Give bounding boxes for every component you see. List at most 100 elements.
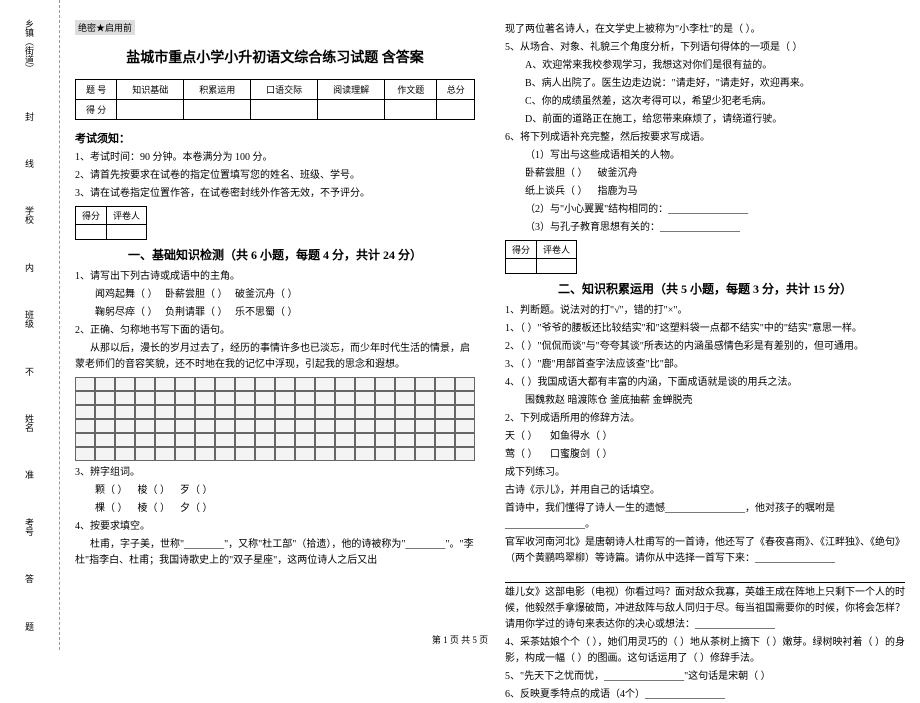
score-header: 总分: [437, 80, 475, 100]
notice-item: 1、考试时间：90 分钟。本卷满分为 100 分。: [75, 150, 475, 166]
mini-header: 评卷人: [537, 241, 577, 259]
q2-2-item: 如鱼得水（ ）: [550, 431, 613, 442]
margin-label: 不: [23, 367, 36, 376]
q1-5-opt: A、欢迎常来我校参观学习，我想这对你们是很有益的。: [505, 58, 905, 74]
q1-1-item: 卧薪尝胆（ ）: [165, 289, 228, 300]
q2-2-row: 莺（ ） 口蜜腹剑（ ）: [505, 447, 905, 463]
notice-item: 3、请在试卷指定位置作答，在试卷密封线外作答无效，不予评分。: [75, 186, 475, 202]
score-header: 阅读理解: [318, 80, 385, 100]
mini-header: 评卷人: [107, 207, 147, 225]
score-header: 知识基础: [117, 80, 184, 100]
q1-4-text: 杜甫，字子美，世称"________"，又称"杜工部"（拾遗），他的诗被称为"_…: [75, 537, 475, 569]
q2-1-item: 4、（ ）我国成语大都有丰富的内涵，下面成语就是谈的用兵之法。: [505, 375, 905, 391]
q2-3-text2: 首诗中，我们懂得了诗人一生的遗憾________________，他对孩子的嘱咐…: [505, 501, 905, 533]
q2-2-item: 莺（ ）: [505, 449, 538, 460]
mini-cell: [76, 225, 107, 240]
q1-6-sub3: （3）与孔子教育思想有关的：________________: [505, 220, 905, 236]
q1-6-row: 纸上谈兵（ ） 指鹿为马: [505, 184, 905, 200]
q1-6-item: 指鹿为马: [598, 186, 638, 197]
score-cell: [385, 100, 437, 120]
question-2-6: 6、反映夏季特点的成语（4个）________________: [505, 687, 905, 703]
question-1-2: 2、正确、匀称地书写下面的语句。: [75, 323, 475, 339]
q2-3-text1: 古诗《示儿》，并用自己的话填空。: [505, 483, 905, 499]
section1-title: 一、基础知识检测（共 6 小题，每题 4 分，共计 24 分）: [75, 246, 475, 263]
question-1-1: 1、请写出下列古诗或成语中的主角。: [75, 269, 475, 285]
question-2-1: 1、判断题。说法对的打"√"，错的打"×"。: [505, 303, 905, 319]
q2-1-line: 围魏救赵 暗渡陈仓 釜底抽薪 金蝉脱壳: [505, 393, 905, 409]
grader-table-2: 得分评卷人: [505, 240, 577, 274]
q1-6-item: 破釜沉舟: [598, 168, 638, 179]
q1-6-sub1: （1）写出与这些成语相关的人物。: [505, 148, 905, 164]
question-2-5: 5、"先天下之忧而忧，________________"这句话是宋朝（ ）: [505, 669, 905, 685]
q1-1-item: 负荆请罪（ ）: [165, 307, 228, 318]
score-cell: [184, 100, 251, 120]
q1-3-item: 歹（ ）: [180, 485, 213, 496]
grader-table: 得分评卷人: [75, 206, 147, 240]
q1-1-item: 破釜沉舟（ ）: [235, 289, 298, 300]
q1-5-opt: D、前面的道路正在施工，给您带来麻烦了，请绕道行驶。: [505, 112, 905, 128]
q1-3-item: 梭（ ）: [138, 485, 171, 496]
q1-6-sub2: （2）与"小心翼翼"结构相同的：________________: [505, 202, 905, 218]
notice-heading: 考试须知：: [75, 130, 475, 146]
mini-cell: [537, 259, 577, 274]
margin-label: 准: [23, 470, 36, 479]
q1-3-item: 棵（ ）: [95, 503, 128, 514]
q2-2-row: 天（ ） 如鱼得水（ ）: [505, 429, 905, 445]
q1-6-row: 卧薪尝胆（ ） 破釜沉舟: [505, 166, 905, 182]
table-row: 得 分: [76, 100, 475, 120]
table-row: 题 号 知识基础 积累运用 口语交际 阅读理解 作文题 总分: [76, 80, 475, 100]
margin-label: 乡镇（街道）: [23, 19, 36, 73]
writing-grid: [75, 377, 475, 461]
margin-label: 班级: [23, 310, 36, 328]
score-cell: [437, 100, 475, 120]
q1-1-row: 闻鸡起舞（ ） 卧薪尝胆（ ） 破釜沉舟（ ）: [75, 287, 475, 303]
q2-1-item: 1、（ ）"爷爷的腰板还比较结实"和"这塑料袋一点都不结实"中的"结实"意思一样…: [505, 321, 905, 337]
q1-3-row: 颗（ ） 梭（ ） 歹（ ）: [75, 483, 475, 499]
q1-5-opt: B、病人出院了。医生边走边说："请走好，"请走好，欢迎再来。: [505, 76, 905, 92]
q1-3-row: 棵（ ） 棱（ ） 夕（ ）: [75, 501, 475, 517]
mini-cell: [506, 259, 537, 274]
mini-header: 得分: [76, 207, 107, 225]
margin-label: 封: [23, 112, 36, 121]
question-1-4: 4、按要求填空。: [75, 519, 475, 535]
q1-1-item: 闻鸡起舞（ ）: [95, 289, 158, 300]
q1-3-item: 颗（ ）: [95, 485, 128, 496]
q2-2-item: 天（ ）: [505, 431, 538, 442]
question-2-2: 2、下列成语所用的修辞方法。: [505, 411, 905, 427]
score-cell: [251, 100, 318, 120]
question-1-6: 6、将下列成语补充完整，然后按要求写成语。: [505, 130, 905, 146]
question-1-3: 3、辨字组词。: [75, 465, 475, 481]
left-column: 绝密★启用前 盐城市重点小学小升初语文综合练习试题 含答案 题 号 知识基础 积…: [60, 0, 490, 650]
q1-3-item: 夕（ ）: [180, 503, 213, 514]
r-top-text: 现了两位著名诗人，在文学史上被称为"小李杜"的是（ ）。: [505, 22, 905, 38]
q1-1-item: 乐不思蜀（ ）: [235, 307, 298, 318]
notice-item: 2、请首先按要求在试卷的指定位置填写您的姓名、班级、学号。: [75, 168, 475, 184]
question-1-5: 5、从场合、对象、礼貌三个角度分析，下列语句得体的一项是（ ）: [505, 40, 905, 56]
q2-3-text4: 雄儿女》这部电影（电视）你看过吗？面对敌众我寡，英雄王成在阵地上只剩下一个人的时…: [505, 585, 905, 633]
section2-title: 二、知识积累运用（共 5 小题，每题 3 分，共计 15 分）: [505, 280, 905, 297]
binding-margin: 乡镇（街道） 封 线 学校 内 班级 不 姓名 准 考号 答 题: [0, 0, 60, 650]
score-cell: [318, 100, 385, 120]
score-header: 积累运用: [184, 80, 251, 100]
mini-header: 得分: [506, 241, 537, 259]
page-footer: 第 1 页 共 5 页: [0, 633, 920, 646]
q1-6-item: 卧薪尝胆（ ）: [525, 168, 588, 179]
margin-label: 姓名: [23, 414, 36, 432]
confidential-label: 绝密★启用前: [75, 20, 135, 35]
margin-label: 考号: [23, 518, 36, 536]
score-header: 作文题: [385, 80, 437, 100]
margin-label: 答: [23, 574, 36, 583]
score-table: 题 号 知识基础 积累运用 口语交际 阅读理解 作文题 总分 得 分: [75, 79, 475, 120]
question-2-3: 成下列练习。: [505, 465, 905, 481]
margin-label: 题: [23, 622, 36, 631]
q1-2-text: 从那以后，漫长的岁月过去了，经历的事情许多也已淡忘，而少年时代生活的情景，启蒙老…: [75, 341, 475, 373]
exam-title: 盐城市重点小学小升初语文综合练习试题 含答案: [75, 47, 475, 67]
q2-1-item: 2、（ ）"侃侃而谈"与"夸夸其谈"所表达的内涵虽感情色彩是有差别的，但可通用。: [505, 339, 905, 355]
score-cell: [117, 100, 184, 120]
margin-label: 内: [23, 263, 36, 272]
q1-5-opt: C、你的成绩虽然差，这次考得可以，希望少犯老毛病。: [505, 94, 905, 110]
mini-cell: [107, 225, 147, 240]
margin-label: 学校: [23, 206, 36, 224]
q1-1-item: 鞠躬尽瘁（ ）: [95, 307, 158, 318]
q1-6-item: 纸上谈兵（ ）: [525, 186, 588, 197]
